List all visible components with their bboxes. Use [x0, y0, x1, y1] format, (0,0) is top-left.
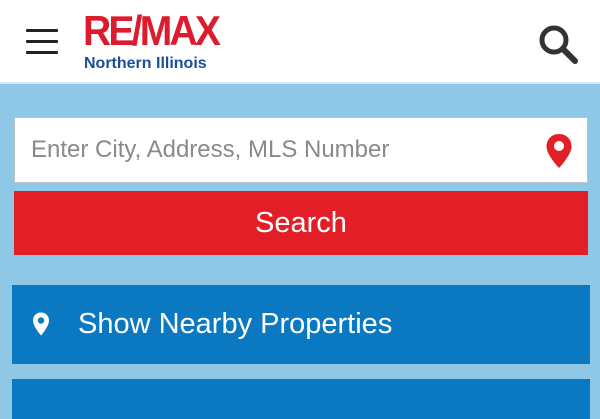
search-field-container	[14, 117, 588, 183]
search-input[interactable]	[15, 118, 515, 182]
remax-logo[interactable]: RE/MAX Northern Illinois	[83, 10, 223, 74]
hamburger-menu-icon-bar	[26, 40, 58, 43]
menu-button[interactable]	[24, 24, 62, 58]
logo-brand-text: RE/MAX	[83, 7, 221, 54]
header-search-button[interactable]	[536, 22, 580, 66]
logo-region-text: Northern Illinois	[84, 55, 207, 72]
map-pin-icon	[546, 134, 572, 168]
search-icon	[539, 25, 578, 64]
show-nearby-properties-button[interactable]: Show Nearby Properties	[12, 285, 590, 364]
secondary-action-button[interactable]	[12, 379, 590, 419]
app-header: RE/MAX Northern Illinois	[0, 0, 600, 84]
map-pin-icon	[33, 312, 49, 336]
location-button[interactable]	[545, 133, 573, 169]
hamburger-menu-icon	[26, 29, 58, 32]
search-button[interactable]: Search	[14, 191, 588, 255]
nearby-properties-label: Show Nearby Properties	[78, 308, 393, 340]
hamburger-menu-icon-bar	[26, 51, 58, 54]
